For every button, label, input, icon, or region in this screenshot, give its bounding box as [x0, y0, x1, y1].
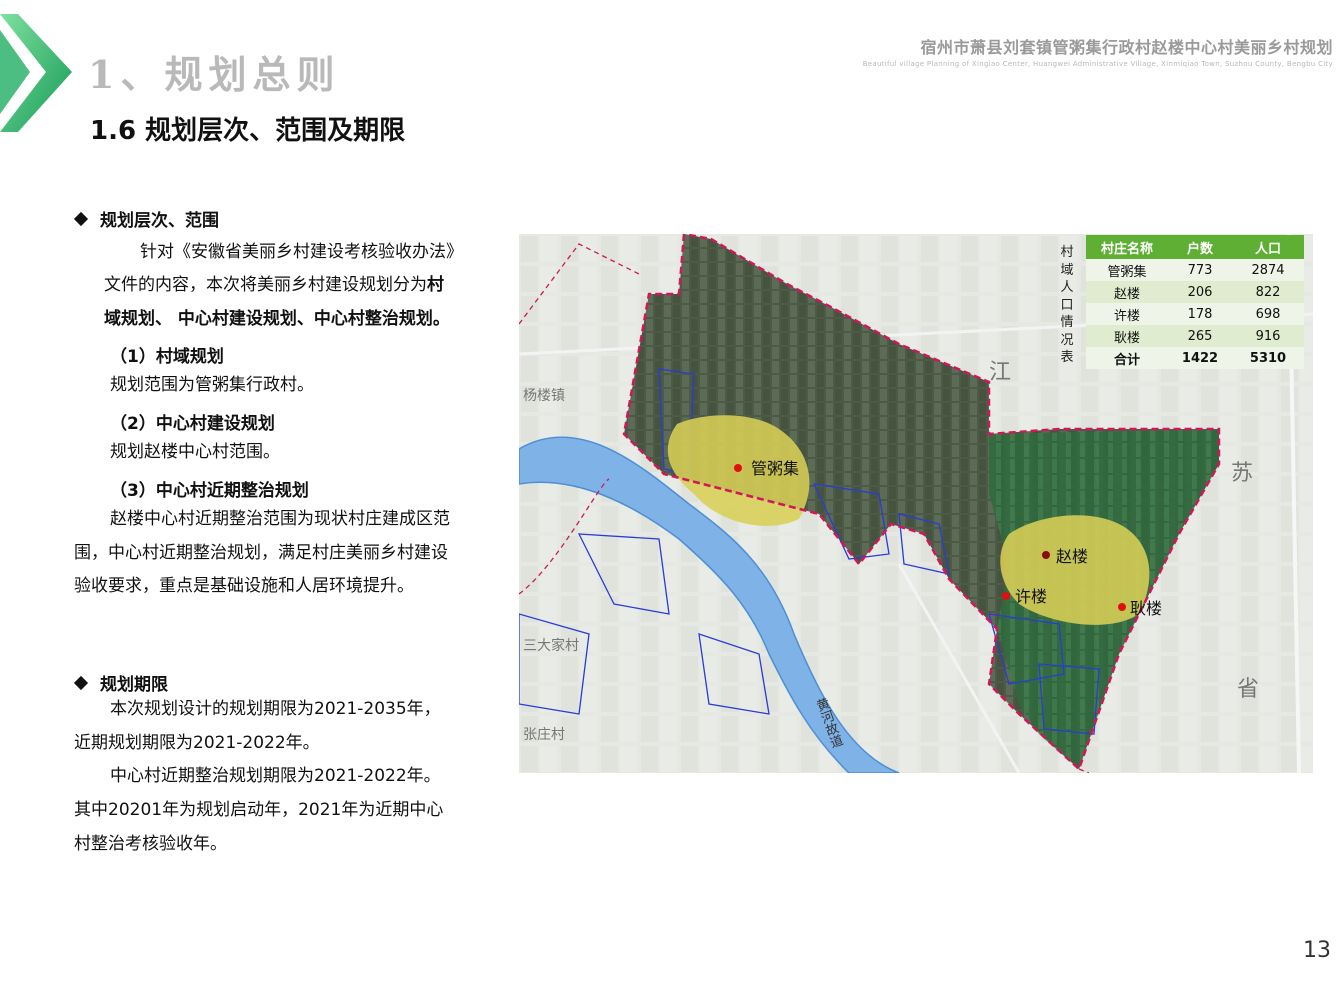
cell-population: 2874 [1232, 259, 1304, 281]
section2-line3: 中心村近期整治规划期限为2021-2022年。 [110, 766, 441, 786]
cell-households: 773 [1168, 259, 1232, 281]
project-title: 宿州市萧县刘套镇管粥集行政村赵楼中心村美丽乡村规划 [920, 38, 1333, 57]
section2-line4: 其中20201年为规划启动年，2021年为近期中心 [74, 800, 444, 820]
label-su: 苏 [1231, 461, 1253, 486]
label-yanglou: 杨楼镇 [523, 388, 565, 404]
sub3-line1: 赵楼中心村近期整治范围为现状村庄建成区范 [110, 509, 450, 529]
sub1-text: 规划范围为管粥集行政村。 [110, 375, 314, 395]
label-guanzhouji: 管粥集 [751, 459, 799, 478]
table-total-row: 合计 1422 5310 [1086, 347, 1304, 369]
page-number: 13 [1303, 938, 1331, 963]
label-zhaolou: 赵楼 [1056, 547, 1088, 566]
section2-line5: 村整治考核验收年。 [74, 834, 227, 854]
table-header-row: 村庄名称 户数 人口 [1086, 235, 1304, 259]
section2-heading: 规划期限 [73, 670, 168, 695]
section-title: 1、规划总则 [88, 52, 341, 97]
sub3-line3: 验收要求，重点是基础设施和人居环境提升。 [74, 576, 414, 596]
col-header-name: 村庄名称 [1086, 235, 1168, 259]
label-jiang: 江 [989, 360, 1011, 385]
sub-title: 1.6 规划层次、范围及期限 [90, 116, 406, 146]
cell-total-households: 1422 [1168, 347, 1232, 369]
table-row: 管粥集 773 2874 [1086, 259, 1304, 281]
chevron-logo-icon [0, 14, 72, 132]
cell-households: 178 [1168, 303, 1232, 325]
sub1-title: （1）村域规划 [110, 347, 224, 367]
label-zhangzhuang: 张庄村 [523, 726, 565, 743]
cell-population: 822 [1232, 281, 1304, 303]
cell-total-population: 5310 [1232, 347, 1304, 369]
label-genglou: 耿楼 [1130, 599, 1162, 618]
label-xulou: 许楼 [1015, 587, 1047, 606]
cell-households: 265 [1168, 325, 1232, 347]
diamond-bullet-icon [73, 211, 89, 227]
table-row: 耿楼 265 916 [1086, 325, 1304, 347]
diamond-bullet-icon [73, 675, 89, 691]
table-row: 许楼 178 698 [1086, 303, 1304, 325]
cell-name: 耿楼 [1086, 325, 1168, 347]
cell-name: 管粥集 [1086, 259, 1168, 281]
section1-para-line2: 文件的内容，本次将美丽乡村建设规划分为村 [104, 275, 444, 295]
cell-name: 许楼 [1086, 303, 1168, 325]
section1-para-line1: 针对《安徽省美丽乡村建设考核验收办法》 [140, 242, 463, 262]
section2-line1: 本次规划设计的规划期限为2021-2035年， [110, 699, 441, 719]
col-header-households: 户数 [1168, 235, 1232, 259]
section1-para-line3: 域规划、 中心村建设规划、中心村整治规划。 [104, 309, 450, 329]
label-sheng: 省 [1237, 677, 1259, 702]
table-caption: 村域人口情况表 [1060, 245, 1074, 365]
sub2-text: 规划赵楼中心村范围。 [110, 442, 280, 462]
cell-total-label: 合计 [1086, 347, 1168, 369]
sub3-title: （3）中心村近期整治规划 [110, 481, 309, 501]
section1-heading: 规划层次、范围 [73, 206, 219, 231]
population-table: 村庄名称 户数 人口 管粥集 773 2874 赵楼 206 822 许楼 17… [1086, 235, 1304, 369]
cell-population: 698 [1232, 303, 1304, 325]
label-sandajia: 三大家村 [523, 637, 579, 654]
cell-name: 赵楼 [1086, 281, 1168, 303]
col-header-population: 人口 [1232, 235, 1304, 259]
cell-households: 206 [1168, 281, 1232, 303]
project-title-en: Beautiful village Planning of Xingiao Ce… [862, 60, 1333, 68]
table-row: 赵楼 206 822 [1086, 281, 1304, 303]
section2-line2: 近期规划期限为2021-2022年。 [74, 733, 320, 753]
sub2-title: （2）中心村建设规划 [110, 414, 275, 434]
sub3-line2: 围，中心村近期整治规划，满足村庄美丽乡村建设 [74, 543, 448, 563]
cell-population: 916 [1232, 325, 1304, 347]
